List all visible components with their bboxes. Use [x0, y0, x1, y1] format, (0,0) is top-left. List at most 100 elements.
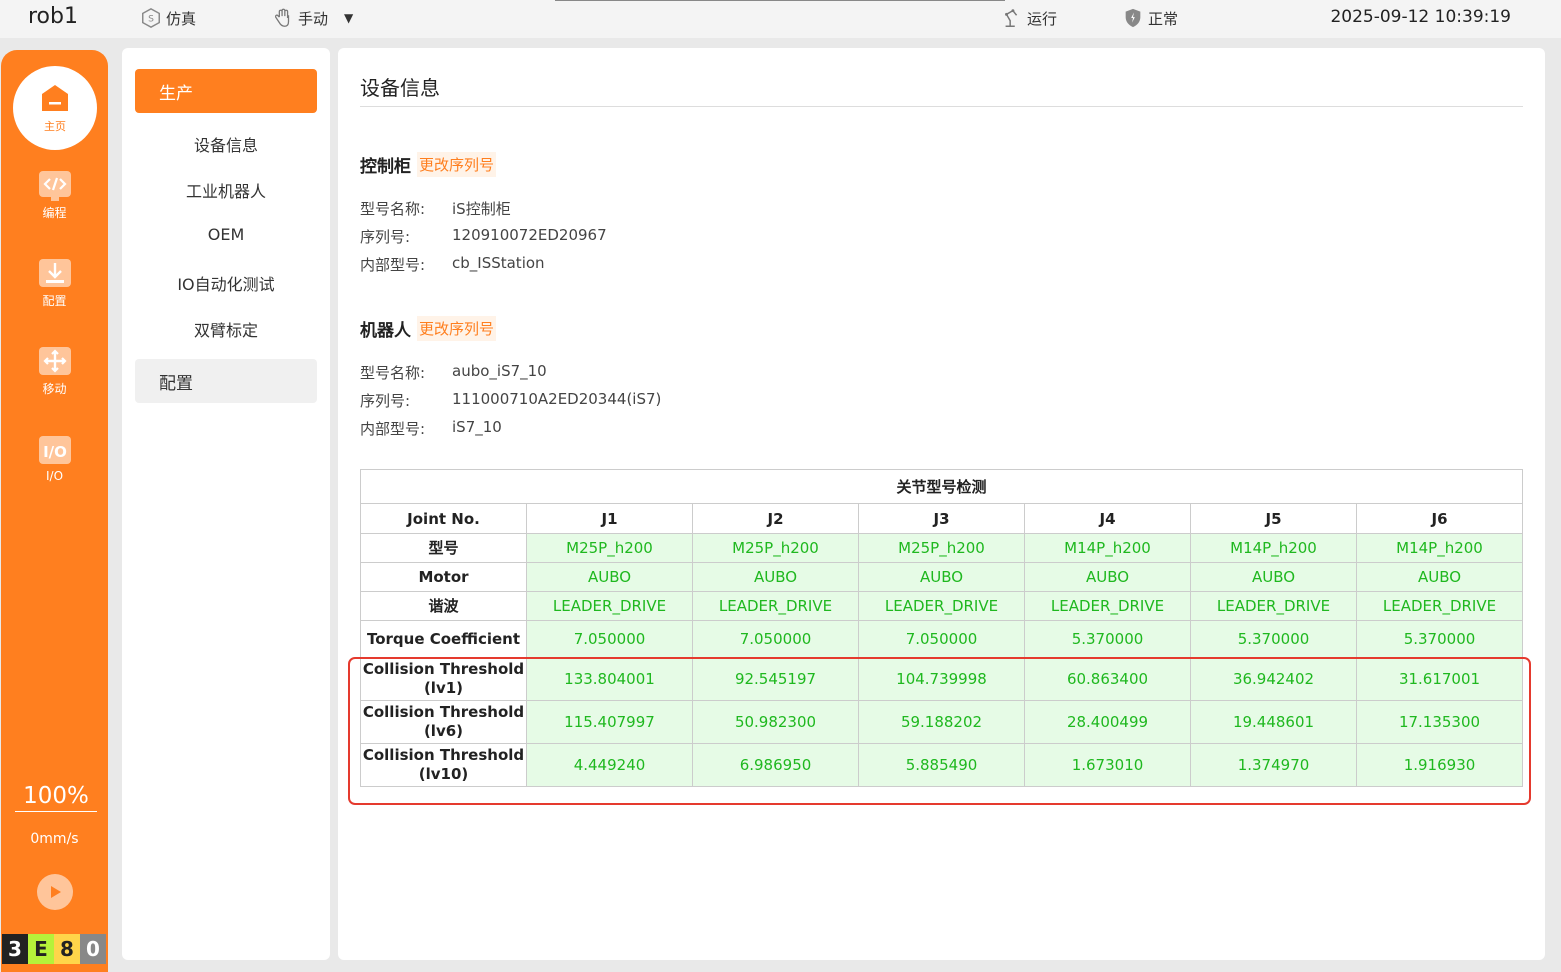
table-cell: AUBO — [1190, 562, 1357, 592]
robot-serial: 序列号: 111000710A2ED20344(iS7) — [360, 390, 662, 410]
home-label: 主页 — [44, 120, 66, 133]
nav-io-label: I/O — [45, 469, 64, 483]
row-label: Torque Coefficient — [360, 620, 527, 658]
robot-title: 机器人 — [360, 321, 411, 341]
table-cell: M14P_h200 — [1190, 533, 1357, 563]
table-cell: AUBO — [692, 562, 859, 592]
robot-model-name: 型号名称: aubo_iS7_10 — [360, 362, 547, 382]
table-cell: AUBO — [1024, 562, 1191, 592]
menu-group-config[interactable]: 配置 — [135, 359, 317, 403]
table-row: 型号 M25P_h200 M25P_h200 M25P_h200 M14P_h200 M1… — [360, 533, 1523, 563]
header-j6: J6 — [1356, 503, 1523, 534]
table-cell: M14P_h200 — [1024, 533, 1191, 563]
nav-programming[interactable]: 编程 — [1, 170, 108, 221]
collision-threshold-highlight — [348, 657, 1531, 805]
run-label: 运行 — [1027, 9, 1058, 28]
table-cell: LEADER_DRIVE — [1024, 591, 1191, 621]
sim-icon: S — [142, 7, 160, 29]
robot-arm-icon — [1005, 9, 1018, 27]
menu-item-oem[interactable]: OEM — [135, 225, 317, 244]
menu-item-io-test[interactable]: IO自动化测试 — [135, 271, 317, 295]
top-divider — [555, 0, 1005, 2]
table-cell: 5.370000 — [1024, 620, 1191, 658]
home-icon — [42, 85, 68, 111]
io-icon: I/O — [38, 436, 71, 464]
table-cell: LEADER_DRIVE — [692, 591, 859, 621]
header-j5: J5 — [1190, 503, 1357, 534]
speed-value: 0mm/s — [30, 831, 79, 847]
table-cell: 5.370000 — [1190, 620, 1357, 658]
controller-change-serial-link[interactable]: 更改序列号 — [417, 152, 497, 177]
datetime: 2025-09-12 10:39:19 — [1330, 7, 1511, 27]
table-cell: AUBO — [1356, 562, 1523, 592]
table-cell: LEADER_DRIVE — [1190, 591, 1357, 621]
status-badges: 3 E 8 0 — [2, 934, 106, 964]
controller-model-name: 型号名称: iS控制柜 — [360, 200, 511, 218]
badge-1: 3 — [2, 934, 28, 964]
top-bar: rob1 S 仿真 手动 ▼ 运行 正常 2025-09-12 10:39:19 — [0, 0, 1561, 38]
row-label: 型号 — [360, 533, 527, 563]
controller-internal-model: 内部型号: cb_ISStation — [360, 254, 545, 274]
nav-config[interactable]: 配置 — [1, 258, 108, 309]
shield-icon — [1125, 8, 1141, 28]
table-cell: 5.370000 — [1356, 620, 1523, 658]
table-cell: 7.050000 — [692, 620, 859, 658]
header-j2: J2 — [692, 503, 859, 534]
sim-mode[interactable]: S 仿真 — [140, 7, 196, 29]
robot-internal-model: 内部型号: iS7_10 — [360, 418, 502, 438]
table-cell: M14P_h200 — [1356, 533, 1523, 563]
menu-item-industrial-robot[interactable]: 工业机器人 — [135, 178, 317, 202]
table-cell: AUBO — [526, 562, 693, 592]
nav-move-label: 移动 — [42, 382, 67, 396]
menu-item-device-info[interactable]: 设备信息 — [135, 132, 317, 156]
row-label: Motor — [360, 562, 527, 592]
table-cell: M25P_h200 — [692, 533, 859, 563]
code-icon — [38, 171, 71, 201]
nav-io[interactable]: I/O I/O — [1, 435, 108, 483]
main-panel: 设备信息 控制柜 更改序列号 型号名称: iS控制柜 序列号: 120910072E… — [338, 48, 1545, 960]
controller-serial: 序列号: 120910072ED20967 — [360, 226, 607, 246]
speed-percent[interactable]: 100% — [15, 783, 97, 812]
play-icon — [51, 886, 61, 898]
table-row: Motor AUBO AUBO AUBO AUBO AUBO AUBO — [360, 562, 1523, 592]
status-label: 正常 — [1148, 9, 1179, 28]
table-cell: LEADER_DRIVE — [858, 591, 1025, 621]
main-nav: 主页 编程 配置 移动 I/O I/O 100% 0mm/s 3 E 8 0 — [1, 50, 108, 972]
badge-4: 0 — [80, 934, 106, 964]
table-caption: 关节型号检测 — [360, 469, 1523, 504]
safety-status[interactable]: 正常 — [1122, 7, 1178, 29]
nav-move[interactable]: 移动 — [1, 346, 108, 397]
table-row: Torque Coefficient 7.050000 7.050000 7.0500… — [360, 620, 1523, 658]
menu-group-production[interactable]: 生产 — [135, 69, 317, 113]
play-button[interactable] — [37, 874, 73, 910]
table-cell: M25P_h200 — [526, 533, 693, 563]
table-cell: 7.050000 — [526, 620, 693, 658]
svg-text:S: S — [148, 14, 154, 25]
robot-change-serial-link[interactable]: 更改序列号 — [417, 316, 497, 341]
robot-section-title: 机器人 更改序列号 — [360, 316, 497, 341]
move-icon — [38, 347, 71, 375]
title-divider — [360, 106, 1523, 107]
header-j4: J4 — [1024, 503, 1191, 534]
menu-item-dual-arm[interactable]: 双臂标定 — [135, 317, 317, 341]
badge-3: 8 — [54, 934, 80, 964]
table-cell: 7.050000 — [858, 620, 1025, 658]
table-header-row: Joint No. J1 J2 J3 J4 J5 J6 — [360, 503, 1523, 534]
mode-dropdown[interactable]: 手动 ▼ — [272, 7, 353, 29]
robot-name[interactable]: rob1 — [28, 4, 78, 29]
table-cell: LEADER_DRIVE — [1356, 591, 1523, 621]
sim-label: 仿真 — [166, 9, 197, 28]
run-status[interactable]: 运行 — [1001, 7, 1057, 29]
table-cell: AUBO — [858, 562, 1025, 592]
header-j1: J1 — [526, 503, 693, 534]
header-j3: J3 — [858, 503, 1025, 534]
table-cell: LEADER_DRIVE — [526, 591, 693, 621]
controller-title: 控制柜 — [360, 157, 411, 177]
nav-programming-label: 编程 — [42, 206, 67, 220]
badge-2: E — [28, 934, 54, 964]
download-icon — [38, 259, 71, 287]
hand-icon — [274, 8, 290, 27]
table-row: 谐波 LEADER_DRIVE LEADER_DRIVE LEADER_DRIVE LE… — [360, 591, 1523, 621]
nav-config-label: 配置 — [42, 294, 67, 308]
home-button[interactable]: 主页 — [13, 66, 97, 150]
